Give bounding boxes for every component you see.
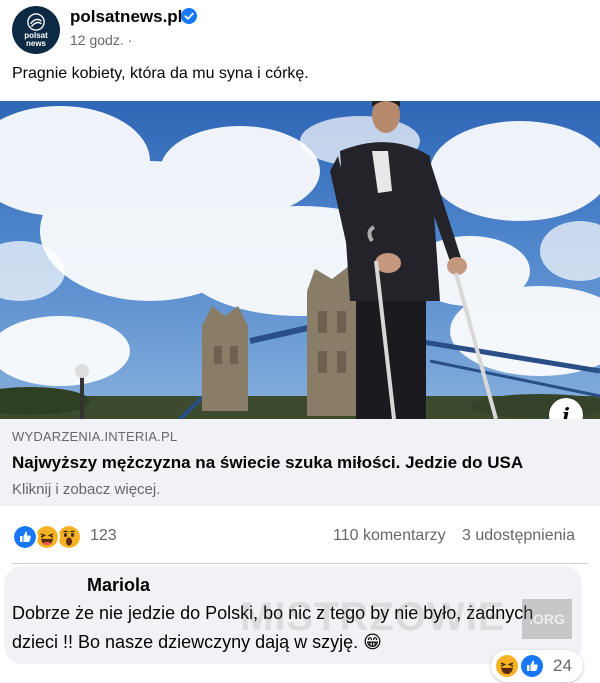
like-icon [521, 655, 543, 677]
comment-text: Dobrze że nie jedzie do Polski, bo nic z… [12, 603, 534, 652]
comments-count[interactable]: 110 komentarzy [333, 527, 446, 545]
page-name-link[interactable]: polsatnews.pl [70, 7, 182, 27]
link-domain: WYDARZENIA.INTERIA.PL [12, 429, 178, 444]
watermark-org: .ORG [522, 599, 572, 639]
link-subtitle: Kliknij i zobacz więcej. [12, 481, 161, 498]
comment-bubble: Mariola Dobrze że nie jedzie do Polski, … [4, 566, 582, 664]
link-preview-card[interactable]: WYDARZENIA.INTERIA.PL Najwyższy mężczyzn… [0, 419, 600, 506]
comment-reaction-count: 24 [553, 656, 572, 675]
reaction-icons[interactable] [12, 524, 82, 550]
reaction-count[interactable]: 123 [90, 527, 117, 545]
shares-count[interactable]: 3 udostępnienia [462, 527, 575, 545]
like-icon [12, 524, 38, 550]
avatar-text-news: news [25, 38, 46, 48]
laugh-icon [496, 655, 518, 677]
post-stats-bar: 123 110 komentarzy 3 udostępnienia [0, 506, 600, 564]
tall-man-tower-bridge-photo [0, 101, 600, 419]
post-timestamp[interactable]: 12 godz. · [70, 32, 132, 48]
comment-author[interactable]: Mariola [87, 575, 150, 596]
verified-badge-icon [181, 8, 197, 24]
post-header: polsat news polsatnews.pl 12 godz. · [0, 0, 600, 56]
link-preview-image[interactable]: i [0, 101, 600, 419]
comment-reactions[interactable]: 24 [491, 650, 583, 682]
divider [12, 563, 588, 564]
link-title[interactable]: Najwyższy mężczyzna na świecie szuka mił… [12, 453, 523, 473]
page-avatar[interactable]: polsat news [12, 6, 60, 54]
polsat-logo-icon [27, 12, 45, 31]
post-message: Pragnie kobiety, która da mu syna i córk… [12, 65, 309, 82]
